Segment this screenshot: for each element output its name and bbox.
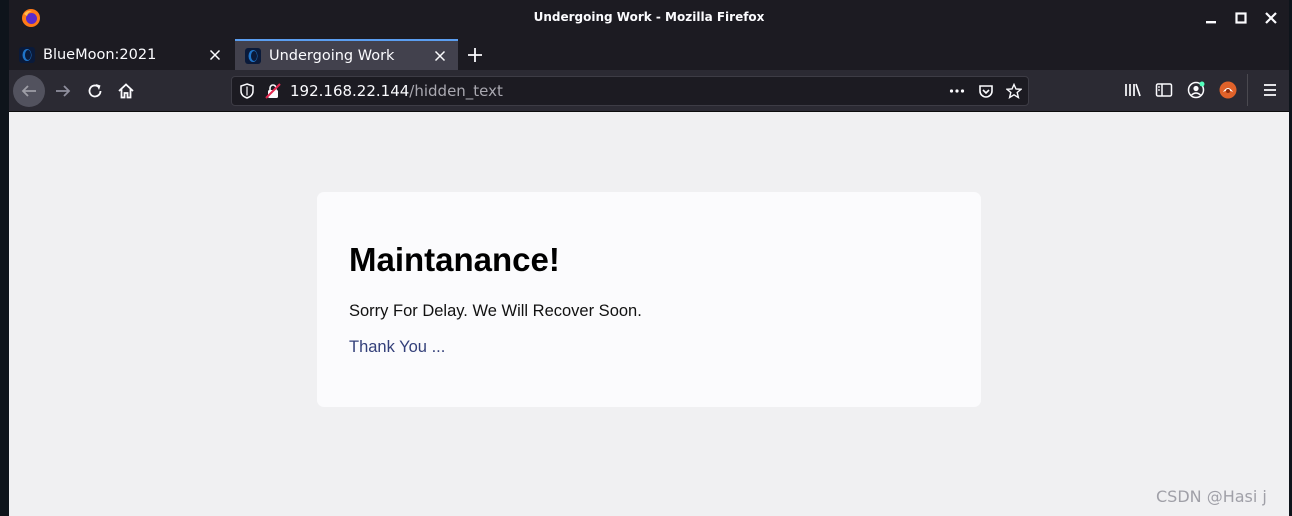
tab-strip: BlueMoon:2021 Undergoing Work <box>9 36 1289 70</box>
maintenance-message: Sorry For Delay. We Will Recover Soon. <box>349 302 642 320</box>
url-host: 192.168.22.144 <box>290 82 410 100</box>
url-text[interactable]: 192.168.22.144/hidden_text <box>290 82 503 100</box>
back-icon[interactable] <box>13 75 45 107</box>
shield-icon[interactable] <box>239 83 255 99</box>
navigation-toolbar: 192.168.22.144/hidden_text <box>9 70 1289 112</box>
url-path: /hidden_text <box>409 82 503 100</box>
forward-icon[interactable] <box>47 75 79 107</box>
favicon-icon <box>19 46 35 63</box>
close-tab-icon[interactable] <box>207 47 223 63</box>
page-heading: Maintanance! <box>349 241 560 278</box>
maintenance-card: Maintanance! Sorry For Delay. We Will Re… <box>317 192 981 407</box>
tab-undergoing-work[interactable]: Undergoing Work <box>235 39 458 70</box>
new-tab-icon[interactable] <box>465 45 485 65</box>
favicon-icon <box>245 47 261 64</box>
home-icon[interactable] <box>110 75 142 107</box>
maximize-icon[interactable] <box>1231 8 1251 28</box>
toolbar-separator <box>1247 74 1248 106</box>
more-icon[interactable] <box>949 83 965 99</box>
menu-icon[interactable] <box>1260 80 1280 100</box>
account-icon[interactable] <box>1186 80 1206 100</box>
minimize-icon[interactable] <box>1201 8 1221 28</box>
tab-label: Undergoing Work <box>269 47 395 64</box>
sidebar-icon[interactable] <box>1154 80 1174 100</box>
bookmark-star-icon[interactable] <box>1006 83 1022 99</box>
thank-you-text: Thank You ... <box>349 338 446 356</box>
window-title: Undergoing Work - Mozilla Firefox <box>533 10 765 24</box>
tab-label: BlueMoon:2021 <box>43 46 157 63</box>
library-icon[interactable] <box>1123 80 1143 100</box>
pocket-icon[interactable] <box>978 83 994 99</box>
watermark: CSDN @Hasi j <box>1156 487 1267 506</box>
page-content: Maintanance! Sorry For Delay. We Will Re… <box>9 112 1289 516</box>
insecure-lock-icon[interactable] <box>265 83 281 99</box>
title-bar: Undergoing Work - Mozilla Firefox <box>9 0 1289 36</box>
reload-icon[interactable] <box>79 75 111 107</box>
tab-bluemoon[interactable]: BlueMoon:2021 <box>9 39 233 70</box>
extension-icon[interactable] <box>1218 80 1238 100</box>
browser-window: Undergoing Work - Mozilla Firefox BlueMo… <box>9 0 1289 516</box>
close-tab-icon[interactable] <box>432 48 448 64</box>
address-bar[interactable]: 192.168.22.144/hidden_text <box>231 76 1029 106</box>
close-window-icon[interactable] <box>1261 8 1281 28</box>
